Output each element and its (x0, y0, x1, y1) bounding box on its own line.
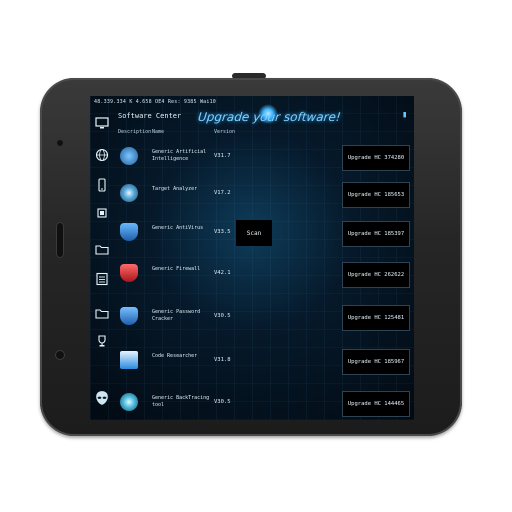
status-bar: 48.339.334 K 4.658 OE4 Res: 9385 Wai10 (94, 99, 216, 105)
software-name: Generic Artificial Intelligence (152, 149, 207, 162)
software-row: Code Researcher V31.8 Upgrade HC 185967 (114, 348, 414, 384)
brain-icon (120, 147, 138, 165)
software-name: Generic AntiVirus (152, 225, 204, 231)
software-row: Generic Firewall V42.1 Upgrade HC 262622 (114, 261, 414, 297)
software-name: Generic Firewall (152, 266, 201, 272)
software-version: V31.8 (214, 357, 231, 363)
upgrade-button[interactable]: Upgrade HC 125481 (342, 305, 410, 331)
speaker-grille (56, 222, 64, 258)
monitor-icon[interactable] (95, 116, 109, 130)
software-version: V42.1 (214, 270, 231, 276)
software-version: V30.5 (214, 313, 231, 319)
software-version: V30.5 (214, 399, 231, 405)
software-version: V31.7 (214, 153, 231, 159)
software-name: Generic Password Cracker (152, 309, 201, 322)
software-row: Generic BackTracing tool V30.5 Upgrade H… (114, 390, 414, 420)
app-title: Software Center (118, 112, 182, 120)
chip-icon[interactable] (95, 206, 109, 220)
download-arrow-icon (120, 351, 138, 369)
upgrade-button[interactable]: Upgrade HC 144465 (342, 391, 410, 417)
front-camera (55, 350, 65, 360)
software-version: V17.2 (214, 190, 231, 196)
upgrade-button[interactable]: Upgrade HC 185653 (342, 182, 410, 208)
upgrade-banner: Upgrade your software! (197, 110, 342, 124)
software-name: Generic BackTracing tool (152, 395, 210, 408)
upgrade-button[interactable]: Upgrade HC 185397 (342, 221, 410, 247)
notification-icon[interactable]: ▮ (402, 110, 407, 120)
trophy-icon[interactable] (95, 334, 109, 348)
software-row: Target Analyzer V17.2 Upgrade HC 185653 (114, 181, 414, 217)
column-header-description: Description (118, 129, 152, 135)
app-screen: 48.339.334 K 4.658 OE4 Res: 9385 Wai10 U… (90, 96, 414, 420)
software-name: Target Analyzer (152, 186, 198, 192)
column-header-version: Version (214, 129, 236, 135)
folder-icon[interactable] (95, 242, 109, 256)
shield-icon (120, 223, 138, 241)
proximity-sensor (57, 140, 63, 146)
software-row: Generic AntiVirus V33.5 Upgrade HC 18539… (114, 220, 414, 256)
phone-icon[interactable] (95, 178, 109, 192)
column-header-name: Name (152, 129, 165, 135)
globe-icon[interactable] (95, 148, 109, 162)
upgrade-button[interactable]: Upgrade HC 262622 (342, 262, 410, 288)
alien-icon[interactable] (94, 390, 110, 406)
folder-icon[interactable] (95, 306, 109, 320)
software-row: Generic Artificial Intelligence V31.7 Up… (114, 144, 414, 180)
software-name: Code Researcher (152, 353, 198, 359)
software-version: V33.5 (214, 229, 231, 235)
upgrade-button[interactable]: Upgrade HC 374280 (342, 145, 410, 171)
list-icon[interactable] (95, 272, 109, 286)
globe-icon (120, 393, 138, 411)
key-shield-icon (120, 307, 138, 325)
upgrade-button[interactable]: Upgrade HC 185967 (342, 349, 410, 375)
target-icon (120, 184, 138, 202)
firewall-shield-icon (120, 264, 138, 282)
software-row: Generic Password Cracker V30.5 Upgrade H… (114, 304, 414, 340)
